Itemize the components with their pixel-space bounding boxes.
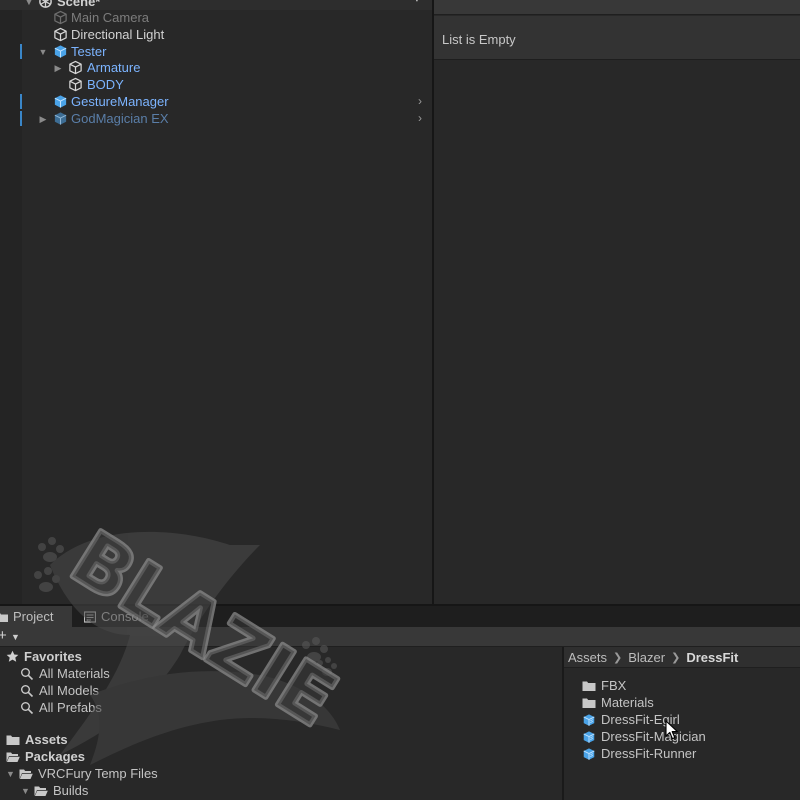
inspector-panel: List is Empty	[434, 0, 800, 604]
tab-label: Console	[101, 609, 149, 624]
asset-item-dressfit-magician[interactable]: DressFit-Magician	[582, 728, 706, 745]
tab-label: Project	[13, 609, 54, 624]
folder-open-icon	[6, 752, 20, 762]
override-marker	[20, 111, 22, 126]
tab-project[interactable]: Project	[0, 606, 72, 627]
expand-arrow-icon[interactable]: ▼	[24, 0, 34, 7]
more-options-icon[interactable]: ⋮	[410, 0, 424, 4]
tree-item-label: All Materials	[39, 666, 110, 681]
tree-item-all-models[interactable]: All Models	[20, 682, 99, 699]
dropdown-caret-icon[interactable]: ▼	[11, 632, 20, 642]
tree-item-vrcfury-temp-files[interactable]: ▼ VRCFury Temp Files	[6, 765, 158, 782]
tree-item-packages[interactable]: Packages	[6, 748, 85, 765]
folder-open-icon	[34, 786, 48, 796]
breadcrumb-item-dressfit[interactable]: DressFit	[686, 650, 738, 665]
prefab-cube-icon	[53, 44, 68, 59]
project-folder-tree: Favorites All Materials All Models All P…	[0, 647, 562, 800]
mouse-cursor-icon	[665, 720, 678, 740]
tree-item-label: All Prefabs	[39, 700, 102, 715]
folder-icon	[582, 698, 596, 708]
hierarchy-item-label: GestureManager	[71, 94, 169, 109]
folder-icon	[6, 735, 20, 745]
asset-item-label: DressFit-Magician	[601, 729, 706, 744]
hierarchy-item-armature[interactable]: ▶ Armature	[0, 59, 432, 76]
create-plus-icon[interactable]: +	[0, 627, 7, 645]
collapse-arrow-icon[interactable]: ▶	[53, 63, 63, 73]
hierarchy-item-label: Tester	[71, 44, 107, 59]
override-marker	[20, 94, 22, 109]
prefab-cube-icon	[583, 730, 595, 743]
tree-item-label: VRCFury Temp Files	[38, 766, 158, 781]
folder-icon	[582, 681, 596, 691]
gameobject-cube-icon	[53, 10, 68, 25]
chevron-right-icon[interactable]: ›	[418, 95, 428, 107]
override-marker	[20, 44, 22, 59]
project-contents-pane: Assets ❯ Blazer ❯ DressFit FBX Materials…	[564, 647, 800, 800]
breadcrumb-item-assets[interactable]: Assets	[568, 650, 607, 665]
hierarchy-item-directional-light[interactable]: Directional Light	[0, 26, 432, 43]
asset-item-dressfit-runner[interactable]: DressFit-Runner	[582, 745, 696, 762]
tree-item-label: Assets	[25, 732, 68, 747]
breadcrumb: Assets ❯ Blazer ❯ DressFit	[564, 647, 800, 668]
collapse-arrow-icon[interactable]: ▶	[38, 114, 48, 124]
asset-item-materials[interactable]: Materials	[582, 694, 654, 711]
hierarchy-item-godmagician-ex[interactable]: ▶ GodMagician EX ›	[0, 110, 432, 127]
asset-item-label: Materials	[601, 695, 654, 710]
tree-item-all-prefabs[interactable]: All Prefabs	[20, 699, 102, 716]
breadcrumb-item-blazer[interactable]: Blazer	[628, 650, 665, 665]
hierarchy-panel: ▼ Scene* ⋮ Main Camera Directional Light…	[0, 0, 432, 604]
asset-item-label: DressFit-Runner	[601, 746, 697, 761]
hierarchy-item-body[interactable]: BODY	[0, 76, 432, 93]
expand-arrow-icon[interactable]: ▼	[38, 47, 48, 57]
hierarchy-item-label: Armature	[87, 60, 141, 75]
prefab-cube-icon	[583, 747, 595, 760]
tree-item-label: Favorites	[24, 649, 82, 664]
tree-item-assets[interactable]: Assets	[6, 731, 68, 748]
project-window: Project Console + ▼ Favorites All Materi…	[0, 606, 800, 800]
tab-console[interactable]: Console	[84, 606, 164, 627]
console-icon	[84, 610, 96, 623]
reorderable-list: List is Empty	[434, 16, 800, 60]
folder-icon	[0, 612, 8, 622]
tree-item-favorites[interactable]: Favorites	[6, 648, 82, 665]
prefab-cube-icon	[583, 713, 595, 726]
asset-item-label: FBX	[601, 678, 627, 693]
prefab-cube-icon	[53, 94, 68, 109]
hierarchy-item-gesturemanager[interactable]: GestureManager ›	[0, 93, 432, 110]
tree-item-label: Builds	[53, 783, 89, 798]
expand-arrow-icon[interactable]: ▼	[21, 786, 31, 796]
hierarchy-item-label: GodMagician EX	[71, 111, 169, 126]
prefab-cube-icon	[53, 111, 68, 126]
tree-item-builds[interactable]: ▼ Builds	[21, 782, 88, 799]
asset-item-fbx[interactable]: FBX	[582, 677, 626, 694]
project-tab-bar: Project Console	[0, 606, 800, 627]
folder-open-icon	[19, 769, 33, 779]
search-icon	[21, 701, 34, 714]
gameobject-cube-icon	[68, 60, 83, 75]
hierarchy-item-tester[interactable]: ▼ Tester	[0, 43, 432, 60]
list-empty-message: List is Empty	[442, 32, 516, 47]
search-icon	[21, 684, 34, 697]
hierarchy-item-label: Directional Light	[71, 27, 165, 42]
expand-arrow-icon[interactable]: ▼	[6, 769, 16, 779]
tree-item-label: All Models	[39, 683, 99, 698]
gameobject-cube-icon	[53, 27, 68, 42]
search-icon	[21, 667, 34, 680]
gameobject-cube-icon	[68, 77, 83, 92]
chevron-right-icon[interactable]: ›	[418, 112, 428, 124]
chevron-right-icon: ❯	[671, 651, 681, 664]
hierarchy-item-label: BODY	[87, 77, 124, 92]
star-icon	[6, 650, 19, 662]
hierarchy-item-main-camera[interactable]: Main Camera	[0, 9, 432, 26]
hierarchy-item-label: Main Camera	[71, 10, 150, 25]
inspector-header-bar	[434, 0, 800, 15]
chevron-right-icon: ❯	[613, 651, 623, 664]
tree-item-all-materials[interactable]: All Materials	[20, 665, 110, 682]
unity-scene-icon	[38, 0, 53, 9]
tree-item-label: Packages	[25, 749, 85, 764]
project-toolbar: + ▼	[0, 627, 800, 647]
